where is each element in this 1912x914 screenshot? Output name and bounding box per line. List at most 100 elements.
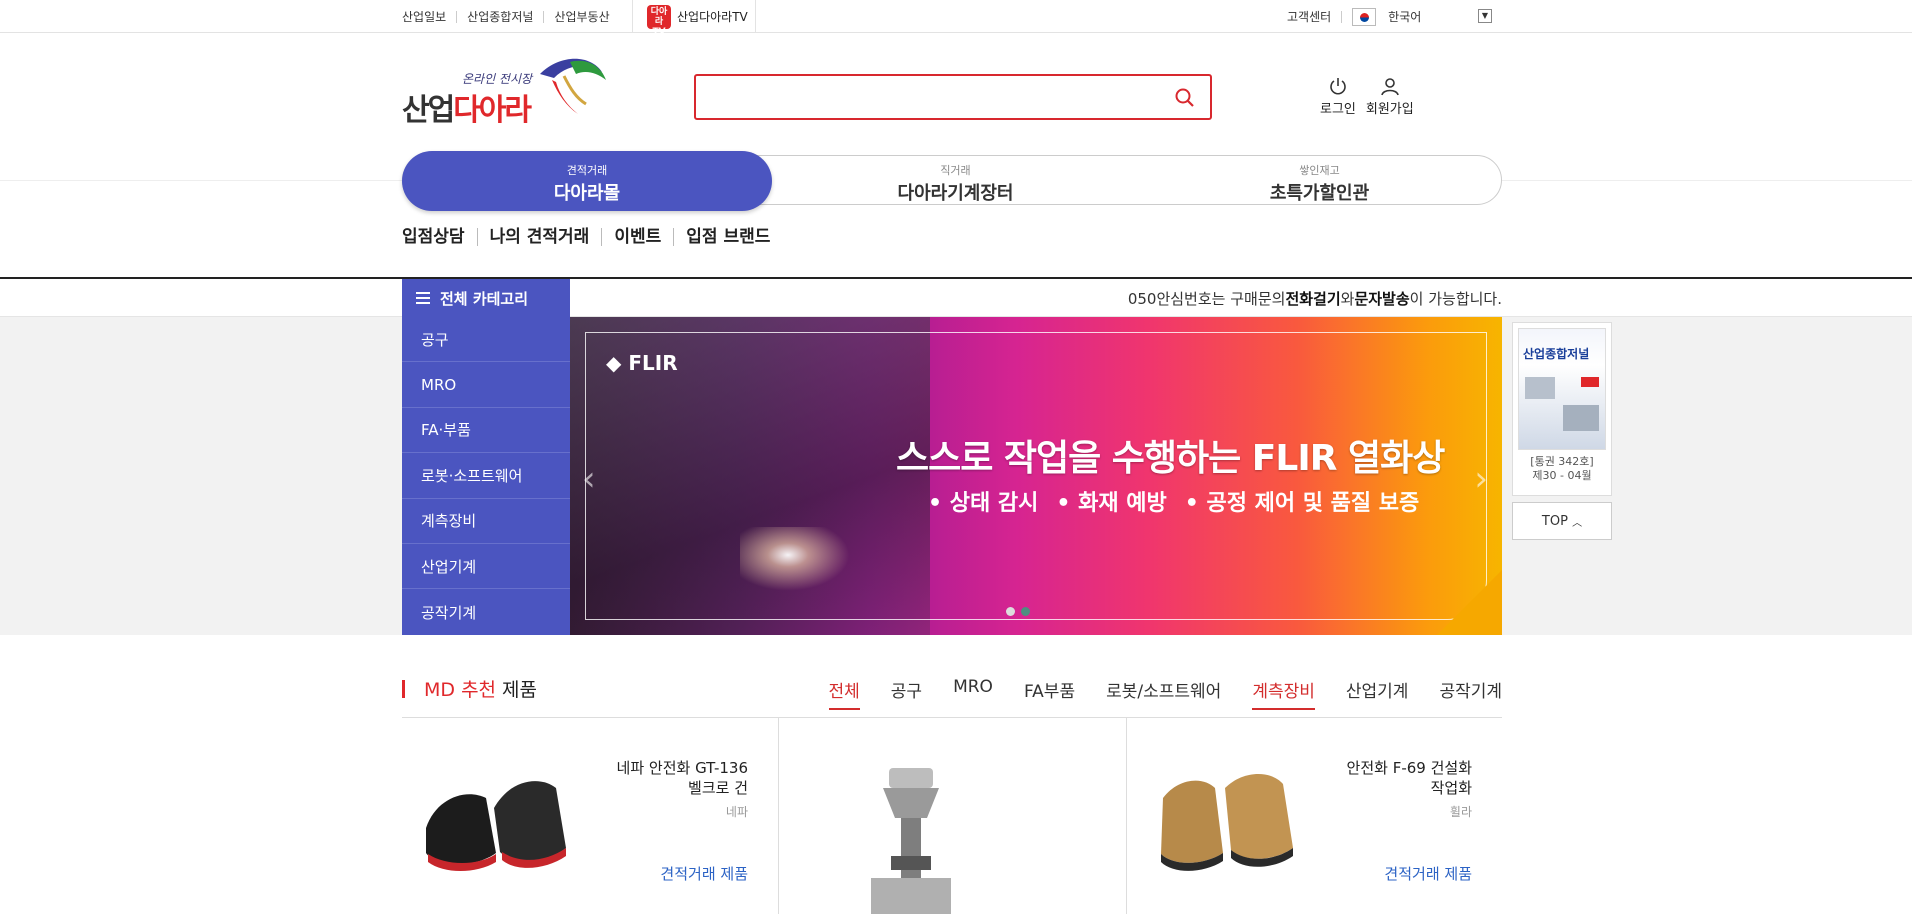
md-tab-robot-software[interactable]: 로봇/소프트웨어 [1106,677,1221,710]
banner-headline: 스스로 작업을 수행하는 FLIR 열화상 [896,438,1445,479]
korea-flag-icon [1352,7,1377,26]
dara-tv-label: 산업다아라TV [677,10,748,24]
tab-dara-mall[interactable]: 견적거래 다아라몰 [402,151,772,211]
language-select-value[interactable]: 한국어 [1388,8,1421,25]
family-link-realestate[interactable]: 산업부동산 [543,10,619,23]
pagination-dot-active[interactable] [1021,607,1030,616]
subnav-consult[interactable]: 입점상담 [402,228,477,246]
category-item-industrial-machine[interactable]: 산업기계 [402,544,570,590]
product-card[interactable] [779,718,1127,914]
magazine-cover-decoration [1563,405,1599,431]
subnav-events[interactable]: 이벤트 [601,228,673,246]
signup-label: 회원가입 [1365,102,1414,117]
md-tab-measurement[interactable]: 계측장비 [1252,677,1315,710]
product-card[interactable]: 네파 안전화 GT-136 벨크로 건 네파 견적거래 제품 [402,718,779,914]
category-item-machine-tools[interactable]: 공작기계 [402,589,570,634]
tab-discount-hall[interactable]: 쌓인재고 초특가할인관 [1138,156,1501,206]
product-brand: 휠라 [1449,805,1472,819]
title-accent-bar [402,679,405,698]
user-links: 로그인 회원가입 [1320,76,1414,117]
person-icon [1381,78,1399,96]
banner-bullet: • 상태 감시 [928,491,1039,516]
md-category-tabs: 전체 공구 MRO FA부품 로봇/소프트웨어 계측장비 산업기계 공작기계 [828,677,1502,710]
notice-text-1: 050안심번호는 구매문의 [1127,289,1286,308]
magazine-cover-decoration [1581,377,1599,387]
category-item-tools[interactable]: 공구 [402,317,570,363]
chevron-left-icon[interactable]: ‹ [582,459,596,499]
logo-part2: 다아라 [453,93,532,128]
notice-strip [0,279,1912,317]
family-link-industry-news[interactable]: 산업일보 [402,11,456,23]
divider [1341,10,1343,23]
tab-sublabel: 쌓인재고 [1299,164,1340,177]
scroll-top-label: TOP [1541,513,1568,529]
subnav-my-quotes[interactable]: 나의 견적거래 [476,228,602,246]
pagination-dot[interactable] [1006,607,1015,616]
category-item-fa-parts[interactable]: FA·부품 [402,408,570,454]
product-cards: 네파 안전화 GT-136 벨크로 건 네파 견적거래 제품 안전화 F-69 … [402,718,1502,914]
hero-banner[interactable]: ◆ FLIR 스스로 작업을 수행하는 FLIR 열화상 • 상태 감시 • 화… [570,317,1502,635]
notice-text-2: 와 [1340,289,1355,308]
product-name: 네파 안전화 GT-136 벨크로 건 [616,759,748,797]
md-tab-tools[interactable]: 공구 [891,677,922,710]
product-image [426,781,566,871]
search-icon[interactable] [1174,87,1196,109]
banner-bullet-text: 상태 감시 [949,491,1039,516]
journal-magazine-card[interactable]: 산업종합저널 [통권 342호] 제30 - 04월 [1512,322,1612,496]
md-section-title: MD 추천 제품 [402,675,537,702]
mall-tabs: 견적거래 다아라몰 직거래 다아라기계장터 쌓인재고 초특가할인관 [402,151,1502,211]
search-box [694,74,1212,120]
tab-sublabel: 직거래 [940,164,971,177]
md-tab-mro[interactable]: MRO [953,677,993,710]
chevron-right-icon[interactable]: › [1474,459,1488,499]
signup-link[interactable]: 회원가입 [1366,76,1414,117]
category-item-measurement[interactable]: 계측장비 [402,499,570,544]
magazine-issue: [통권 342호] [1530,455,1594,468]
flir-logo: ◆ FLIR [606,351,678,375]
banner-corner [1437,570,1502,635]
family-link-journal[interactable]: 산업종합저널 [456,10,543,23]
all-categories-button[interactable]: 전체 카테고리 [402,279,570,317]
product-trade-tag[interactable]: 견적거래 제품 [660,863,748,884]
md-tab-machine-tools[interactable]: 공작기계 [1439,677,1502,710]
search-input[interactable] [708,76,1148,116]
banner-bullet-text: 화재 예방 [1078,491,1167,516]
chevron-up-icon: ︿ [1572,517,1583,529]
login-label: 로그인 [1320,102,1356,117]
md-tab-all[interactable]: 전체 [828,677,861,710]
tab-machine-market[interactable]: 직거래 다아라기계장터 [773,156,1138,206]
magazine-caption: [통권 342호] 제30 - 04월 [1513,455,1611,483]
site-logo[interactable]: 온라인 전시장 산업다아라 [402,52,607,128]
product-trade-tag[interactable]: 견적거래 제품 [1384,863,1472,884]
safe-number-notice: 050안심번호는 구매문의 전화걸기 와 문자발송 이 가능합니다. [1128,279,1502,317]
banner-bullet: • 공정 제어 및 품질 보증 [1184,491,1420,516]
category-list: 공구 MRO FA·부품 로봇·소프트웨어 계측장비 산업기계 공작기계 [402,317,570,635]
category-item-mro[interactable]: MRO [402,362,570,408]
topbar-right: 고객센터 한국어 [1287,0,1421,33]
customer-center-link[interactable]: 고객센터 [1287,8,1331,25]
product-brand: 네파 [725,805,748,819]
logo-swoosh-icon [540,58,606,114]
notice-bold-sms: 문자발송 [1354,289,1410,308]
banner-bullets: • 상태 감시 • 화재 예방 • 공정 제어 및 품질 보증 [928,485,1419,517]
product-card[interactable]: 안전화 F-69 건설화 작업화 휠라 견적거래 제품 [1127,718,1502,914]
md-tab-fa-parts[interactable]: FA부품 [1024,677,1075,710]
login-link[interactable]: 로그인 [1320,76,1356,117]
md-tab-industrial-machine[interactable]: 산업기계 [1346,677,1409,710]
scroll-top-button[interactable]: TOP ︿ [1512,502,1612,540]
tab-label: 다아라몰 [553,183,621,204]
sub-navigation: 입점상담 나의 견적거래 이벤트 입점 브랜드 [402,228,782,246]
tv-icon: 다아라 TV [647,4,671,37]
notice-text-3: 이 가능합니다. [1409,289,1502,308]
power-icon [1330,78,1346,95]
notice-bold-call: 전화걸기 [1285,289,1341,308]
banner-pagination [1006,607,1030,616]
category-item-robot-software[interactable]: 로봇·소프트웨어 [402,453,570,499]
top-utility-bar: 산업일보 산업종합저널 산업부동산 다아라 TV 산업다아라TV 고객센터 한국… [0,0,1912,37]
tab-sublabel: 견적거래 [566,164,608,177]
family-site-links: 산업일보 산업종합저널 산업부동산 [402,0,620,33]
tab-label: 다아라기계장터 [897,183,1014,204]
dara-tv-link[interactable]: 다아라 TV 산업다아라TV [632,0,756,37]
subnav-brands[interactable]: 입점 브랜드 [673,228,782,246]
chevron-down-icon[interactable]: ▼ [1478,9,1492,23]
